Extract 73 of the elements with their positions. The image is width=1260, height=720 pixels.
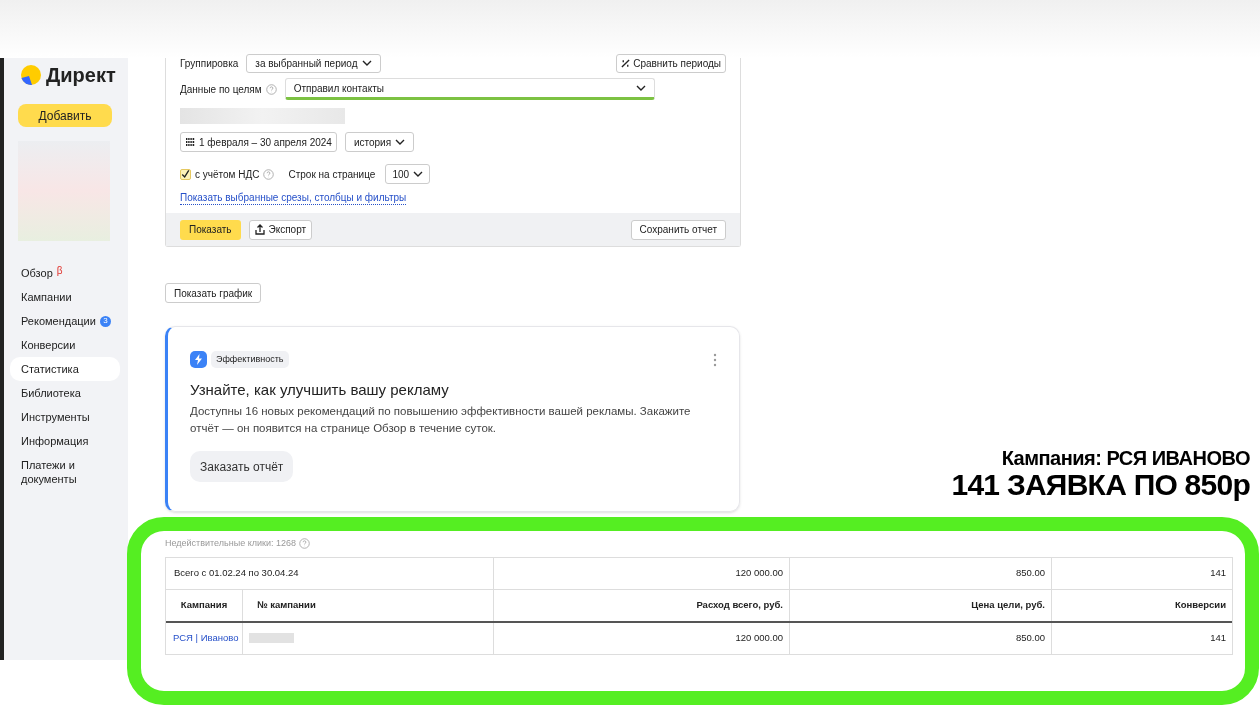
logo-text: Директ <box>46 63 116 88</box>
save-report-button[interactable]: Сохранить отчет <box>630 219 726 240</box>
field-label: Строк на странице <box>288 167 376 182</box>
upload-icon <box>254 224 265 235</box>
table-cell: 850.00 <box>790 557 1052 589</box>
help-icon <box>298 538 310 550</box>
checkmark-icon <box>181 168 190 180</box>
more-icon[interactable] <box>713 352 717 367</box>
nav-item[interactable]: Информация <box>10 429 120 453</box>
order-report-button[interactable]: Заказать отчёт <box>190 451 294 482</box>
nav-item[interactable]: Рекомендации 3 <box>10 309 120 333</box>
nav-item[interactable]: Статистика <box>10 357 120 381</box>
chevron-icon <box>635 85 646 91</box>
nav-label: Обзор <box>21 266 53 280</box>
nav-label: Статистика <box>21 362 79 376</box>
export-button[interactable]: Экспорт <box>248 219 313 240</box>
nav-label: Платежи и документы <box>21 458 78 486</box>
nav-label: Кампании <box>21 290 72 304</box>
nav-label: Информация <box>21 434 89 448</box>
logo-icon <box>20 64 42 86</box>
nav-item[interactable]: Платежи и документы <box>10 453 120 491</box>
calendar-icon <box>185 138 196 146</box>
table-cell: Всего с 01.02.24 по 30.04.24 <box>166 557 494 589</box>
help-icon <box>265 83 277 95</box>
help-icon <box>263 168 275 180</box>
checkbox-label: с учётом НДС <box>195 167 260 182</box>
nav-label: Рекомендации <box>21 314 96 328</box>
nav-item[interactable]: Инструменты <box>10 405 120 429</box>
nav-item[interactable]: Конверсии <box>10 333 120 357</box>
table-cell: 120 000.00 <box>494 557 790 589</box>
table-cell: 120 000.00 <box>494 622 790 654</box>
column-header[interactable]: № кампании <box>243 589 494 621</box>
invalid-clicks-text: Недействительные клики: 1268 <box>165 537 296 550</box>
promo-title: Узнайте, как улучшить вашу рекламу <box>190 381 450 399</box>
count-badge: 3 <box>99 315 111 327</box>
grouping-select[interactable]: за выбранный период <box>246 53 381 73</box>
beta-label: β <box>56 264 63 278</box>
chevron-icon <box>361 60 372 66</box>
field-label: Группировка <box>180 56 239 71</box>
nav-label: Конверсии <box>21 338 76 352</box>
promo-text: Доступны 16 новых рекомендаций по повышению эффективности вашей рекламы. Закажите отчёт — он появится на странице Обзор в течение суток. <box>190 404 692 436</box>
nav-label: Библиотека <box>21 386 81 400</box>
column-header[interactable]: Кампания <box>166 589 243 621</box>
nav-item[interactable]: Кампании <box>10 285 120 309</box>
nav-item[interactable]: Библиотека <box>10 381 120 405</box>
goals-select[interactable]: Отправил контакты <box>284 78 655 100</box>
chevron-icon <box>413 171 424 177</box>
table-cell-text: 141 <box>1209 630 1227 645</box>
column-header[interactable]: Цена цели, руб. <box>790 589 1052 621</box>
column-header[interactable]: Расход всего, руб. <box>494 589 790 621</box>
add-button[interactable]: Добавить <box>18 104 112 127</box>
annotation-text: 141 ЗАЯВКА ПО 850р <box>951 470 1250 500</box>
show-button[interactable]: Показать <box>180 219 241 240</box>
blurred-block <box>249 633 294 643</box>
column-header[interactable]: Конверсии <box>1052 589 1232 621</box>
rows-per-page-select[interactable]: 100 <box>385 164 431 184</box>
chevron-icon <box>395 139 406 145</box>
campaign-link[interactable]: РСЯ | Иваново <box>166 622 243 654</box>
lightning-icon <box>190 351 207 368</box>
history-select[interactable]: история <box>344 132 415 152</box>
nav-label: Инструменты <box>21 410 90 424</box>
field-label: Данные по целям <box>180 82 262 97</box>
table-cell: 850.00 <box>790 622 1052 654</box>
percent-icon <box>621 58 631 68</box>
show-chart-button[interactable]: Показать график <box>165 283 262 303</box>
vat-checkbox[interactable] <box>180 168 191 180</box>
nav-item[interactable]: Обзор β <box>10 261 120 285</box>
table-cell-text: 141 <box>1209 565 1227 580</box>
category-tag: Эффективность <box>211 351 289 368</box>
annotation-text: Кампания: РСЯ ИВАНОВО <box>1001 448 1250 468</box>
filters-link[interactable]: Показать выбранные срезы, столбцы и фильтры <box>180 192 407 205</box>
date-range-picker[interactable]: 1 февраля – 30 апреля 2024 <box>180 132 337 152</box>
compare-periods-button[interactable]: Сравнить периоды <box>616 53 726 73</box>
